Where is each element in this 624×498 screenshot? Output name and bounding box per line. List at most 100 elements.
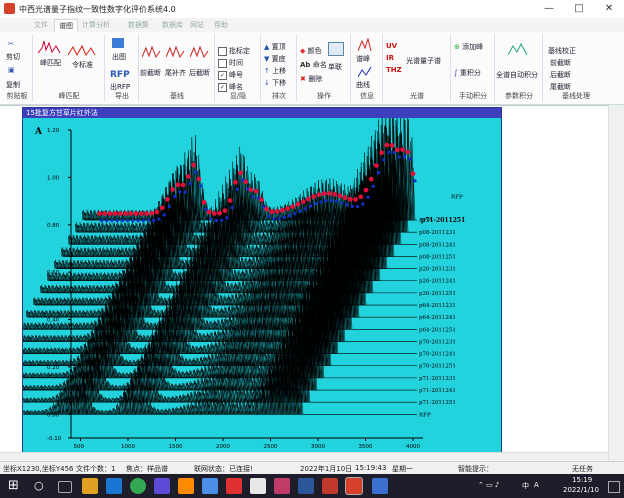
app-icon-2[interactable]	[178, 478, 194, 494]
auto-integration-icon[interactable]	[507, 42, 528, 58]
taskbar-clock[interactable]: 15:19	[572, 476, 592, 484]
notification-icon[interactable]	[608, 481, 620, 493]
spectrum-quantum-button[interactable]: 光谱量子谱	[406, 56, 441, 66]
peak-dot-red	[363, 187, 369, 193]
front-truncate-button[interactable]: 前截断	[550, 58, 571, 68]
vertical-scrollbar[interactable]	[608, 105, 624, 461]
peak-match-icon[interactable]	[37, 38, 62, 56]
tail-fill-button[interactable]: 尾补齐	[165, 68, 186, 78]
spectrum-chart[interactable]: Awavelength(cm-1)-0.100.000.200.400.600.…	[23, 118, 501, 453]
add-peak-button[interactable]: ⊕ 添加峰	[454, 42, 483, 52]
cut-button[interactable]: ✂	[8, 40, 22, 50]
lang-indicator[interactable]: A	[534, 481, 539, 489]
ir-button[interactable]: IR	[386, 54, 394, 62]
series-label: p08-2011251	[419, 254, 456, 260]
curve-icon[interactable]	[357, 66, 372, 80]
tail-fill-icon[interactable]	[165, 44, 186, 60]
app-icon-6[interactable]	[322, 478, 338, 494]
peak-info-icon[interactable]	[357, 37, 372, 54]
app-icon-1[interactable]	[154, 478, 170, 494]
ribbon: ✂ 剪切 ▣ 复制 剪贴板 峰匹配 令标准 峰匹配 出图 RFP 出RFP 导出…	[0, 32, 624, 105]
tab-database[interactable]: 数据库	[158, 19, 187, 31]
y-tick-label: -0.10	[47, 436, 62, 442]
peak-dot-red	[384, 142, 390, 148]
x-tick-label: 3000	[311, 444, 325, 450]
auto-integration-button[interactable]: 全谱自动积分	[496, 70, 538, 80]
back-cut-icon[interactable]	[189, 44, 210, 60]
peak-dot-blue	[329, 199, 333, 203]
thz-button[interactable]: THZ	[386, 66, 402, 74]
tab-dataset[interactable]: 数据集	[124, 19, 153, 31]
peak-dot-blue	[382, 158, 386, 162]
curve-button[interactable]: 曲线	[356, 80, 370, 90]
move-top-label: 置顶	[271, 43, 286, 51]
taskbar-date[interactable]: 2022/1/10	[563, 486, 599, 494]
maximize-button[interactable]: □	[564, 0, 594, 18]
move-up-icon: ↑	[264, 67, 273, 75]
peak-dot-red	[285, 206, 290, 212]
front-cut-button[interactable]: 前截断	[140, 68, 161, 78]
back-truncate-button[interactable]: 后截断	[550, 70, 571, 80]
word-icon[interactable]	[298, 478, 314, 494]
tab-spectrum[interactable]: 谱图	[54, 19, 78, 32]
spectrum-app-taskbar-icon[interactable]	[345, 477, 363, 495]
app-icon-3[interactable]	[202, 478, 218, 494]
baseline-correct-button[interactable]: 基线校正	[548, 46, 576, 56]
rename-button[interactable]: Ab 命名	[300, 60, 327, 70]
close-button[interactable]: ✕	[594, 0, 624, 18]
series-label: p64-2011231	[419, 303, 456, 309]
edge-icon[interactable]	[106, 478, 122, 494]
app-icon-5[interactable]	[274, 478, 290, 494]
app-icon-4[interactable]	[250, 478, 266, 494]
minimize-button[interactable]: —	[534, 0, 564, 18]
explorer-icon[interactable]	[82, 478, 98, 494]
front-cut-icon[interactable]	[141, 44, 162, 60]
group-label: 剪贴板	[6, 92, 28, 100]
tab-file[interactable]: 文件	[30, 19, 52, 31]
series-label: p08-2011241	[419, 242, 456, 248]
chrome-icon[interactable]	[130, 478, 146, 494]
delete-button[interactable]: ✖ 删除	[300, 74, 322, 84]
pdf-icon[interactable]	[226, 478, 242, 494]
peak-dot-red	[347, 196, 353, 202]
uv-button[interactable]: UV	[386, 42, 397, 50]
peak-info-button[interactable]: 谱峰	[356, 54, 370, 64]
standard-icon[interactable]	[67, 44, 96, 58]
peak-dot-blue	[282, 215, 286, 219]
single-link-icon[interactable]	[328, 42, 344, 58]
move-down-button[interactable]: ↓ 下移	[264, 78, 286, 88]
app-icon-7[interactable]	[372, 478, 388, 494]
tab-help[interactable]: 帮助	[210, 19, 232, 31]
windows-start-icon[interactable]: ⊞	[8, 478, 24, 494]
copy-button[interactable]: ▣	[8, 66, 22, 76]
peak-match-button[interactable]: 峰匹配	[40, 58, 61, 68]
move-up-button[interactable]: ↑ 上移	[264, 66, 286, 76]
peak-dot-red	[321, 191, 327, 197]
peak-dot-blue	[136, 219, 140, 223]
color-button[interactable]: ◆ 颜色	[300, 46, 322, 56]
back-cut-button[interactable]: 后截断	[189, 68, 210, 78]
search-icon[interactable]: ○	[34, 478, 50, 494]
task-view-icon[interactable]	[58, 481, 72, 493]
tab-analysis[interactable]: 计算分析	[78, 19, 114, 31]
peak-dot-blue	[293, 212, 297, 216]
tray-icons[interactable]: ⌃ ▭ ♪	[478, 481, 499, 489]
peak-dot-red	[201, 199, 207, 205]
peak-number-check[interactable]: ✓ 峰号	[218, 70, 243, 80]
chart-window[interactable]: 15批复方甘草片红外法 Awavelength(cm-1)-0.100.000.…	[22, 107, 502, 454]
scissors-icon: ✂	[8, 40, 14, 48]
peak-name-label: 峰名	[229, 83, 243, 91]
batch-calibrate-check[interactable]: 批标定	[218, 46, 250, 56]
time-check[interactable]: 时间	[218, 58, 243, 68]
standard-button[interactable]: 令标准	[72, 60, 93, 70]
tab-website[interactable]: 网站	[186, 19, 208, 31]
peak-dot-blue	[188, 181, 192, 186]
single-link-button[interactable]: 单联	[328, 62, 342, 72]
peak-dot-blue	[230, 206, 234, 210]
export-image-icon[interactable]	[112, 38, 126, 48]
export-image-button[interactable]: 出图	[112, 52, 126, 62]
reintegrate-button[interactable]: ∫ 重积分	[454, 68, 481, 78]
move-bottom-button[interactable]: ▼ 置底	[264, 54, 286, 64]
move-top-button[interactable]: ▲ 置顶	[264, 42, 286, 52]
ime-indicator[interactable]: 中	[522, 481, 529, 491]
